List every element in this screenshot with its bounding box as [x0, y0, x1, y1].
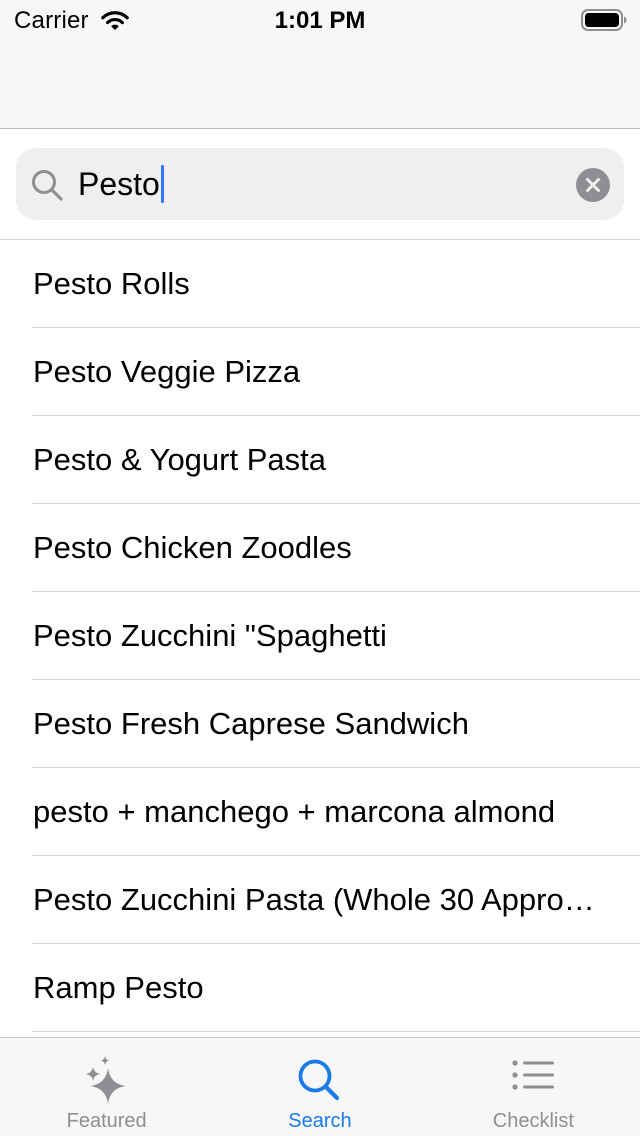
battery-icon: [581, 9, 627, 31]
list-item[interactable]: Pesto & Yogurt Pasta: [0, 416, 640, 504]
list-item[interactable]: Pesto Zucchini "Spaghetti: [0, 592, 640, 680]
list-item[interactable]: Pesto Zucchini Pasta (Whole 30 Approved): [0, 856, 640, 944]
list-item-label: Pesto Veggie Pizza: [33, 354, 301, 389]
list-item-label: Pesto Chicken Zoodles: [33, 530, 352, 565]
list-item-label: pesto + manchego + marcona almond: [33, 794, 556, 829]
clear-icon[interactable]: [576, 168, 610, 202]
tab-checklist[interactable]: Checklist: [427, 1038, 640, 1136]
status-bar: Carrier 1:01 PM: [0, 0, 640, 40]
tab-bar: Featured Search Checklist: [0, 1037, 640, 1136]
list-item-label: Pesto Zucchini Pasta (Whole 30 Approved): [33, 882, 608, 917]
search-input-value: Pesto: [78, 166, 160, 202]
checklist-icon: [512, 1060, 555, 1090]
search-field[interactable]: Pesto: [16, 148, 624, 220]
list-item[interactable]: Pesto Fresh Caprese Sandwich: [0, 680, 640, 768]
search-input[interactable]: Pesto: [78, 165, 164, 203]
list-item-label: Pesto & Yogurt Pasta: [33, 442, 326, 477]
clock-time: 1:01 PM: [274, 7, 366, 34]
list-item[interactable]: Pesto Chicken Zoodles: [0, 504, 640, 592]
search-icon: [32, 170, 63, 201]
list-item[interactable]: Ramp Pesto: [0, 944, 640, 1032]
tab-featured-label: Featured: [66, 1110, 147, 1132]
text-caret: [160, 165, 164, 203]
list-item-label: Ramp Pesto: [33, 970, 204, 1005]
navigation-header: Carrier 1:01 PM: [0, 0, 640, 129]
tab-search[interactable]: Search: [213, 1038, 426, 1136]
search-section: Pesto: [0, 129, 640, 240]
list-item-label: Pesto Fresh Caprese Sandwich: [33, 706, 469, 741]
tab-checklist-label: Checklist: [492, 1110, 574, 1132]
screen: Carrier 1:01 PM Pesto Pesto Rolls Pesto …: [0, 0, 640, 1136]
search-results-list: Pesto Rolls Pesto Veggie Pizza Pesto & Y…: [0, 240, 640, 1037]
list-item[interactable]: pesto + manchego + marcona almond: [0, 768, 640, 856]
list-item[interactable]: Pesto Rolls: [0, 240, 640, 328]
list-item-label: Pesto Zucchini "Spaghetti: [33, 618, 387, 653]
list-item[interactable]: Pesto Veggie Pizza: [0, 328, 640, 416]
magnifier-icon: [298, 1059, 340, 1101]
tab-featured[interactable]: Featured: [0, 1038, 213, 1136]
tab-search-label: Search: [288, 1110, 352, 1132]
list-item-label: Pesto Rolls: [33, 266, 190, 301]
sparkles-icon: [85, 1056, 126, 1104]
